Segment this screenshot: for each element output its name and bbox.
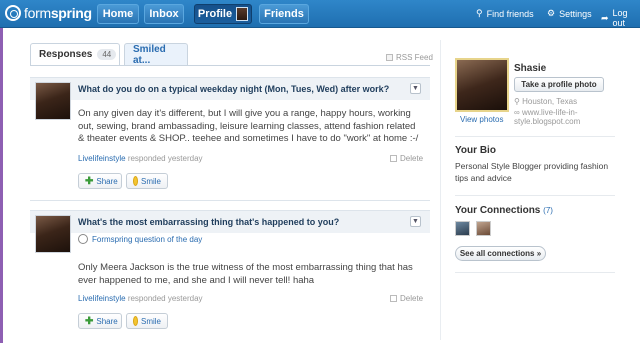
connection-avatar[interactable] [455,221,470,236]
responder-link[interactable]: Livelifeinstyle [78,294,126,303]
share-label: Share [96,176,118,186]
avatar[interactable] [35,215,71,253]
logout-link[interactable]: ➦ Log out [601,8,640,28]
logout-label: Log out [612,8,628,28]
bio-heading: Your Bio [455,145,496,156]
plus-icon: ✚ [85,315,94,327]
tab-smiled-at[interactable]: Smiled at... [124,43,188,66]
logo-text-bold: spring [50,5,92,21]
tab-divider [30,65,430,66]
gear-icon: ⚙ [547,8,556,18]
sidebar-divider [455,136,615,137]
chevron-down-icon: ▼ [412,85,419,92]
rss-checkbox-icon [386,54,393,61]
share-button[interactable]: ✚ Share [78,313,122,329]
profile-photo[interactable] [455,58,509,112]
delete-response[interactable]: Delete [390,154,423,163]
nav-profile-label: Profile [197,8,233,20]
bio-text: Personal Style Blogger providing fashion… [455,161,609,183]
nav-profile-button[interactable]: Profile [194,4,252,24]
share-label: Share [96,316,118,326]
formspring-icon [78,234,88,244]
location-pin-icon: ⚲ [514,97,520,106]
share-button[interactable]: ✚ Share [78,173,122,189]
delete-label: Delete [400,154,424,163]
formspring-logo-icon [5,5,21,21]
search-icon: ⚲ [476,8,483,18]
take-profile-photo-button[interactable]: Take a profile photo [514,77,604,92]
nav-home-button[interactable]: Home [97,4,139,24]
delete-checkbox-icon [390,295,397,302]
smile-button[interactable]: Smile [126,313,168,329]
formspring-logo[interactable]: form spring [5,5,92,21]
avatar[interactable] [35,82,71,120]
profile-location: ⚲ Houston, Texas [514,97,577,106]
nav-inbox-button[interactable]: Inbox [144,4,184,24]
tab-responses[interactable]: Responses 44 [30,43,120,65]
connections-heading: Your Connections (7) [455,205,553,216]
responder-link[interactable]: Livelifeinstyle [78,154,126,163]
response-time: responded yesterday [127,154,203,163]
response-time: responded yesterday [127,294,203,303]
question-card: What do you do on a typical weekday nigh… [30,77,430,192]
nav-friends-button[interactable]: Friends [259,4,309,24]
question-title[interactable]: What's the most embarrassing thing that'… [78,217,339,227]
settings-label: Settings [559,8,592,19]
sidebar-separator [440,40,441,340]
responses-count-badge: 44 [97,49,117,60]
delete-response[interactable]: Delete [390,294,423,303]
sidebar-divider [455,272,615,273]
question-menu-toggle[interactable]: ▼ [410,83,421,94]
answer-text: Only Meera Jackson is the true witness o… [78,262,413,286]
connection-avatar[interactable] [476,221,491,236]
website-text: www.live-life-in-style.blogspot.com [514,108,581,126]
connections-title: Your Connections [455,205,541,216]
find-friends-link[interactable]: ⚲ Find friends [476,8,534,19]
link-icon: ∞ [514,108,520,117]
profile-website[interactable]: ∞ www.live-life-in-style.blogspot.com [514,108,609,126]
top-navigation-bar: form spring Home Inbox Profile Friends ⚲ … [0,0,640,28]
question-source: Formspring question of the day [78,234,202,244]
connections-count[interactable]: (7) [543,206,553,215]
answer-text: On any given day it's different, but I w… [78,108,419,144]
settings-link[interactable]: ⚙ Settings [547,8,592,19]
delete-checkbox-icon [390,155,397,162]
view-photos-link[interactable]: View photos [460,115,503,124]
tab-responses-label: Responses [39,49,93,60]
question-menu-toggle[interactable]: ▼ [410,216,421,227]
rss-feed-toggle[interactable]: RSS Feed [386,53,433,62]
smiley-icon [133,176,138,186]
smile-label: Smile [140,176,161,186]
logout-icon: ➦ [601,12,609,23]
profile-name: Shasie [514,63,547,74]
logo-text-light: form [24,5,51,21]
sidebar-divider [455,195,615,196]
smile-label: Smile [140,316,161,326]
profile-avatar-thumbnail [236,7,249,21]
question-source-label[interactable]: Formspring question of the day [92,235,202,244]
response-meta: Livelifeinstyle responded yesterday [78,154,203,163]
find-friends-label: Find friends [486,8,534,19]
location-text: Houston, Texas [522,97,578,106]
response-meta: Livelifeinstyle responded yesterday [78,294,203,303]
left-accent-stripe [0,28,3,343]
plus-icon: ✚ [85,175,94,187]
chevron-down-icon: ▼ [412,218,419,225]
rss-feed-label: RSS Feed [396,53,433,62]
see-all-connections-button[interactable]: See all connections » [455,246,546,261]
smile-button[interactable]: Smile [126,173,168,189]
question-card: What's the most embarrassing thing that'… [30,210,430,335]
question-title[interactable]: What do you do on a typical weekday nigh… [78,84,389,94]
question-divider [30,200,430,201]
delete-label: Delete [400,294,424,303]
smiley-icon [133,316,138,326]
